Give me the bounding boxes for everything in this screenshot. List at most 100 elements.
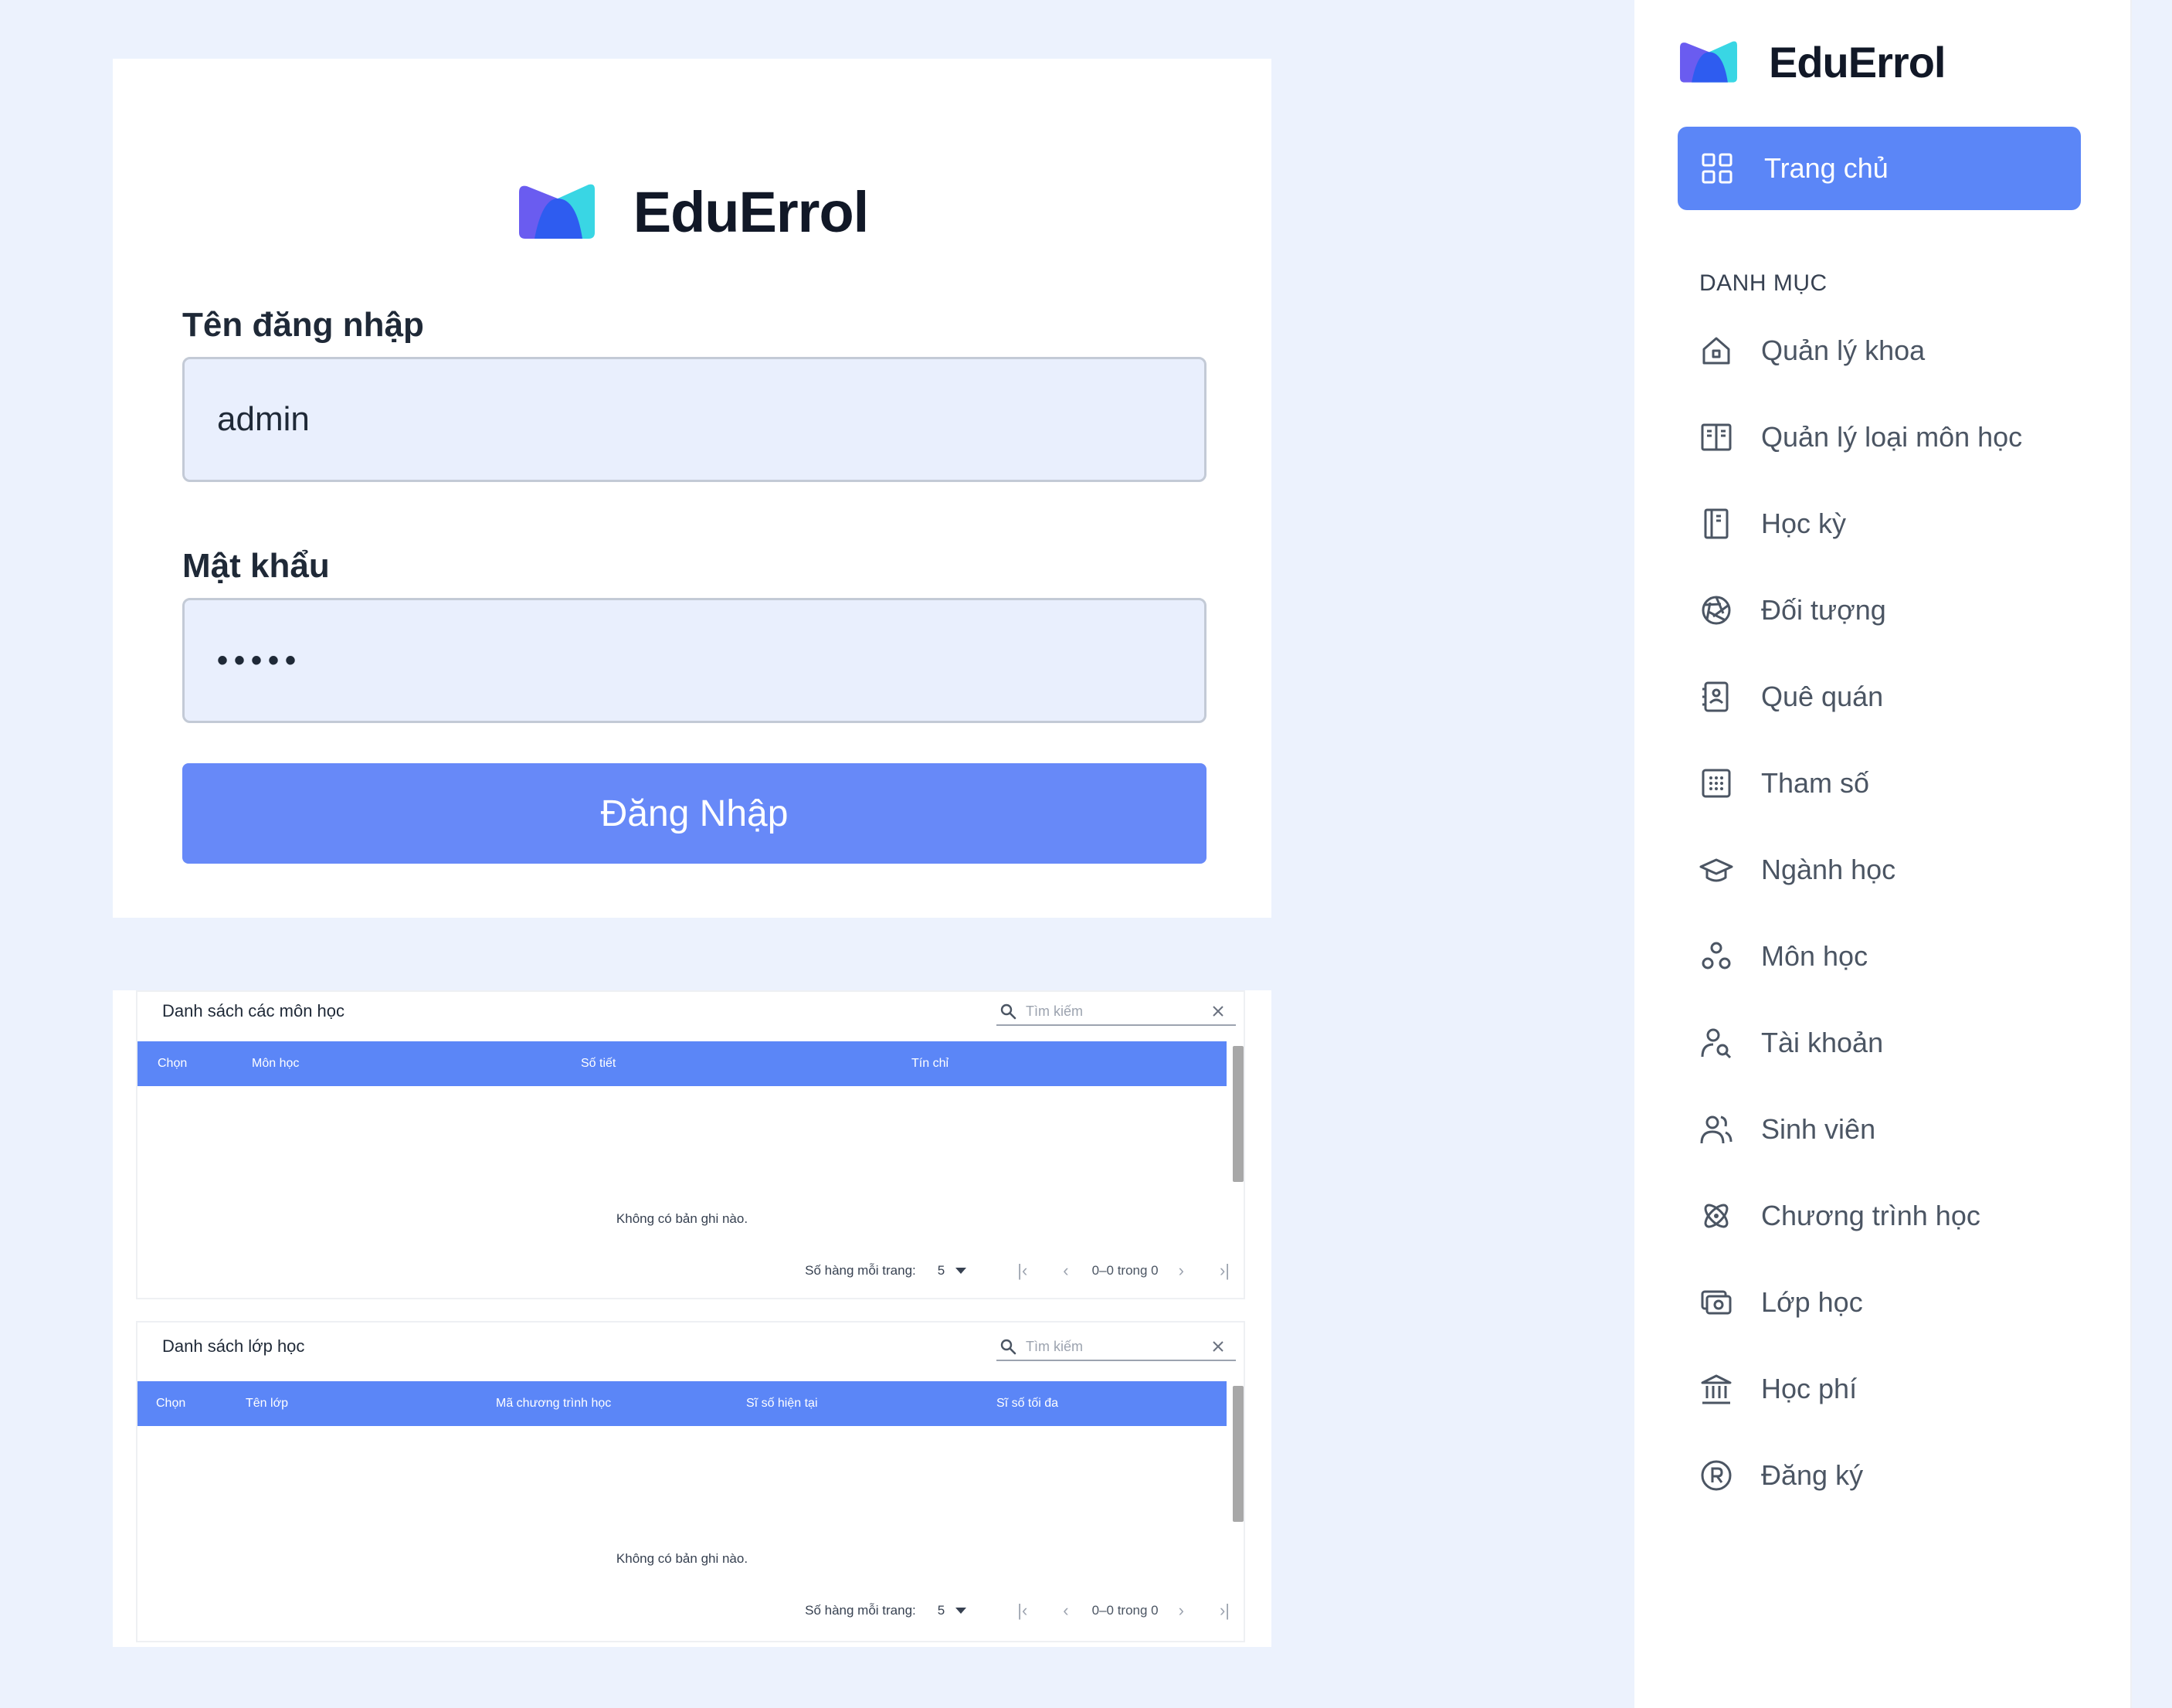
login-button-label: Đăng Nhập [600,793,789,834]
tables-area: Danh sách các môn học Tìm kiếm Chọn Môn … [113,990,1271,1647]
column-header[interactable]: Mã chương trình học [496,1381,611,1426]
password-value: ••••• [217,643,303,677]
pagination: Số hàng mỗi trang: 5 |‹ ‹ 0–0 trong 0 › … [805,1599,1230,1622]
subjects-table-header: Chọn Môn học Số tiết Tín chỉ [137,1041,1227,1086]
sidebar-item-label: Quản lý khoa [1761,334,1926,366]
eduerrol-logo-icon [1680,41,1737,83]
previous-page-icon[interactable]: ‹ [1063,1601,1068,1621]
sidebar-item-hoc-phi[interactable]: Học phí [1699,1366,2085,1412]
home-icon [1702,337,1730,365]
chevron-down-icon[interactable] [955,1268,967,1274]
scrollbar[interactable] [1233,1386,1244,1522]
sidebar-item-label: Quê quán [1761,681,1884,712]
last-page-icon[interactable]: ›| [1220,1601,1230,1621]
sidebar-item-chuong-trinh-hoc[interactable]: Chương trình học [1699,1193,2085,1239]
password-label: Mật khẩu [182,547,330,585]
notebook-icon [1704,508,1729,539]
grid-dots-icon [1702,769,1731,798]
login-logo: EduErrol [113,179,1271,245]
scrollbar[interactable] [1233,1046,1244,1182]
atom-icon [1704,1204,1729,1228]
sidebar-item-tham-so[interactable]: Tham số [1699,760,2085,806]
graduation-cap-icon [1699,858,1733,882]
sidebar-item-quan-ly-khoa[interactable]: Quản lý khoa [1699,328,2085,374]
users-icon [1700,1115,1733,1144]
login-card: EduErrol Tên đăng nhập admin Mật khẩu ••… [113,59,1271,918]
subjects-table: Danh sách các môn học Tìm kiếm Chọn Môn … [136,990,1245,1299]
rows-per-page-label: Số hàng mỗi trang: [805,1263,916,1278]
sidebar-item-que-quan[interactable]: Quê quán [1699,674,2085,720]
close-icon[interactable] [1211,1340,1225,1353]
sidebar-item-label: Tài khoản [1761,1027,1884,1058]
empty-message: Không có bản ghi nào. [616,1551,748,1566]
sidebar-item-label: Tham số [1761,767,1870,799]
sidebar-item-label: Học kỳ [1761,508,1847,539]
password-field[interactable]: ••••• [182,598,1206,723]
column-header[interactable]: Sĩ số hiện tại [746,1381,818,1426]
sidebar-item-label: Lớp học [1761,1286,1863,1318]
first-page-icon[interactable]: |‹ [1017,1261,1027,1281]
money-cards-icon [1701,1290,1732,1315]
sidebar: EduErrol Trang chủ DANH MỤC Quản lý khoa… [1634,0,2130,1708]
registered-icon [1701,1460,1732,1491]
column-header[interactable]: Sĩ số tối đa [996,1381,1058,1426]
sidebar-item-label: Chương trình học [1761,1200,1980,1231]
section-label: DANH MỤC [1699,270,1828,296]
username-value: admin [217,400,310,438]
sidebar-logo[interactable]: EduErrol [1678,37,1946,87]
classes-search-placeholder: Tìm kiếm [1026,1338,1083,1354]
sidebar-item-quan-ly-loai-mon-hoc[interactable]: Quản lý loại môn học [1699,414,2085,460]
eduerrol-logo-icon [518,184,595,239]
rows-per-page-label: Số hàng mỗi trang: [805,1603,916,1618]
sidebar-item-tai-khoan[interactable]: Tài khoản [1699,1020,2085,1066]
sidebar-item-hoc-ky[interactable]: Học kỳ [1699,501,2085,547]
column-header[interactable]: Chọn [156,1381,185,1426]
rows-per-page-select[interactable]: 5 [938,1603,945,1618]
column-header[interactable]: Tên lớp [246,1381,288,1426]
sidebar-item-label: Học phí [1761,1373,1858,1404]
sidebar-item-home[interactable]: Trang chủ [1678,127,2081,210]
sidebar-brand-name: EduErrol [1769,38,1946,87]
classes-table-title: Danh sách lớp học [162,1336,305,1356]
column-header[interactable]: Tín chỉ [911,1041,949,1086]
sidebar-item-lop-hoc[interactable]: Lớp học [1699,1279,2085,1326]
next-page-icon[interactable]: › [1179,1261,1184,1281]
subjects-search-input[interactable]: Tìm kiếm [996,998,1236,1026]
sidebar-item-nganh-hoc[interactable]: Ngành học [1699,847,2085,893]
aperture-icon [1702,596,1731,625]
search-icon [1000,1003,1016,1020]
classes-table: Danh sách lớp học Tìm kiếm Chọn Tên lớp … [136,1321,1245,1642]
column-header[interactable]: Môn học [252,1041,299,1086]
sidebar-item-mon-hoc[interactable]: Môn học [1699,933,2085,980]
close-icon[interactable] [1211,1004,1225,1018]
sidebar-item-label: Ngành học [1761,854,1896,885]
dashboard-grid-icon [1702,153,1733,184]
first-page-icon[interactable]: |‹ [1017,1601,1027,1621]
contact-book-icon [1702,681,1729,712]
last-page-icon[interactable]: ›| [1220,1261,1230,1281]
empty-message: Không có bản ghi nào. [616,1211,748,1226]
sidebar-border [2130,0,2132,1708]
column-header[interactable]: Chọn [158,1041,187,1086]
login-brand-name: EduErrol [633,180,869,244]
previous-page-icon[interactable]: ‹ [1063,1261,1068,1281]
sidebar-item-sinh-vien[interactable]: Sinh viên [1699,1106,2085,1153]
login-button[interactable]: Đăng Nhập [182,763,1206,864]
chevron-down-icon[interactable] [955,1608,967,1614]
next-page-icon[interactable]: › [1179,1601,1184,1621]
rows-per-page-select[interactable]: 5 [938,1263,945,1278]
sidebar-item-label: Đối tượng [1761,594,1886,626]
classes-table-header: Chọn Tên lớp Mã chương trình học Sĩ số h… [137,1381,1227,1426]
column-header[interactable]: Số tiết [581,1041,616,1086]
page-range: 0–0 trong 0 [1091,1263,1159,1278]
book-open-icon [1701,423,1732,451]
sidebar-item-dang-ky[interactable]: Đăng ký [1699,1452,2085,1499]
username-field[interactable]: admin [182,357,1206,482]
sidebar-item-doi-tuong[interactable]: Đối tượng [1699,587,2085,633]
pagination: Số hàng mỗi trang: 5 |‹ ‹ 0–0 trong 0 › … [805,1259,1230,1282]
page-range: 0–0 trong 0 [1091,1603,1159,1618]
sidebar-item-label: Đăng ký [1761,1459,1864,1491]
classes-search-input[interactable]: Tìm kiếm [996,1333,1236,1361]
sidebar-item-label: Môn học [1761,940,1868,972]
bank-icon [1701,1374,1732,1404]
